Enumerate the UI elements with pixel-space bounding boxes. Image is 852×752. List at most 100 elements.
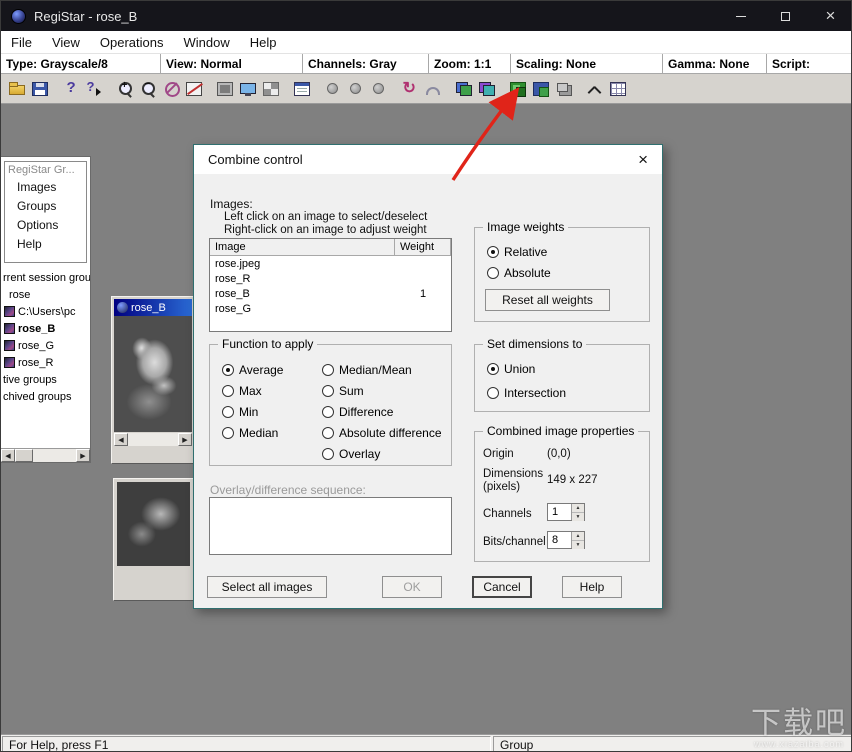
radio-intersection[interactable]: Intersection — [487, 386, 566, 400]
menu-view[interactable]: View — [42, 32, 90, 53]
radio-union[interactable]: Union — [487, 362, 535, 376]
combined-properties-title: Combined image properties — [483, 424, 639, 438]
scroll-left-icon[interactable]: ◀ — [114, 433, 128, 446]
radio-relative[interactable]: Relative — [487, 245, 547, 259]
sidebar-hscrollbar[interactable]: ◀ ▶ — [1, 448, 90, 462]
dialog-title: Combine control — [208, 152, 303, 167]
radio-difference[interactable]: Difference — [322, 405, 393, 419]
curve-icon[interactable] — [583, 77, 606, 101]
overlay-view-icon[interactable] — [259, 77, 282, 101]
radio-average[interactable]: Average — [222, 363, 283, 377]
list-row-rose-r[interactable]: rose_R — [210, 271, 451, 286]
image-list[interactable]: Image Weight rose.jpeg rose_R rose_B 1 ro… — [209, 238, 452, 332]
spin-up-icon[interactable]: ▲ — [572, 532, 584, 541]
radio-overlay[interactable]: Overlay — [322, 447, 380, 461]
maximize-button[interactable] — [763, 1, 808, 31]
rose-b-window[interactable]: rose_B ◀ ▶ — [111, 296, 195, 464]
tree-item-archived-groups[interactable]: chived groups — [1, 388, 90, 405]
tree-item-path[interactable]: C:\Users\pc — [1, 303, 90, 320]
bits-stepper[interactable]: 8 ▲ ▼ — [547, 531, 585, 549]
set-dimensions-title: Set dimensions to — [483, 337, 587, 351]
no-edit-icon[interactable] — [159, 77, 182, 101]
menu-file[interactable]: File — [1, 32, 42, 53]
zoom-out-icon[interactable] — [136, 77, 159, 101]
close-icon — [826, 7, 836, 26]
rotate-icon[interactable] — [398, 77, 421, 101]
scroll-left-icon[interactable]: ◀ — [1, 449, 15, 462]
spin-down-icon[interactable]: ▼ — [572, 541, 584, 549]
dialog-close-icon[interactable]: × — [638, 151, 648, 168]
radio-absolute[interactable]: Absolute — [487, 266, 551, 280]
cancel-button[interactable]: Cancel — [472, 576, 532, 598]
menu-operations[interactable]: Operations — [90, 32, 174, 53]
scroll-right-icon[interactable]: ▶ — [178, 433, 192, 446]
overlay-sequence-input[interactable] — [209, 497, 452, 555]
tree-item-active-groups[interactable]: tive groups — [1, 371, 90, 388]
background-image-window[interactable] — [113, 478, 194, 601]
combine-alt-icon[interactable] — [529, 77, 552, 101]
help-icon[interactable] — [59, 77, 82, 101]
image-view-icon[interactable] — [213, 77, 236, 101]
column-header-weight[interactable]: Weight — [395, 239, 451, 256]
list-row-rose-b[interactable]: rose_B 1 — [210, 286, 451, 301]
sidebar-item-help[interactable]: Help — [5, 235, 86, 254]
dot-1-icon[interactable] — [321, 77, 344, 101]
open-icon[interactable] — [5, 77, 28, 101]
toolbar — [1, 74, 851, 104]
info-view: View: Normal — [161, 54, 303, 73]
tree-item-rose-r[interactable]: rose_R — [1, 354, 90, 371]
minimize-button[interactable] — [718, 1, 763, 31]
hint-line2: Right-click on an image to adjust weight — [224, 224, 427, 236]
column-header-image[interactable]: Image — [210, 239, 395, 256]
scroll-right-icon[interactable]: ▶ — [76, 449, 90, 462]
tree-item-rose-g[interactable]: rose_G — [1, 337, 90, 354]
info-window-icon[interactable] — [290, 77, 313, 101]
menu-help[interactable]: Help — [240, 32, 287, 53]
list-row-rose-g[interactable]: rose_G — [210, 301, 451, 316]
title-bar[interactable]: RegiStar - rose_B — [1, 1, 851, 31]
channels-stepper[interactable]: 1 ▲ ▼ — [547, 503, 585, 521]
spin-up-icon[interactable]: ▲ — [572, 504, 584, 513]
dot-2-icon[interactable] — [344, 77, 367, 101]
crop-icon[interactable] — [182, 77, 205, 101]
select-all-images-button[interactable]: Select all images — [207, 576, 327, 598]
image-window-icon — [117, 302, 128, 313]
monitor-icon[interactable] — [236, 77, 259, 101]
save-icon[interactable] — [28, 77, 51, 101]
radio-min[interactable]: Min — [222, 405, 258, 419]
sidebar-item-options[interactable]: Options — [5, 216, 86, 235]
help-button[interactable]: Help — [562, 576, 622, 598]
radio-median[interactable]: Median — [222, 426, 278, 440]
close-button[interactable] — [808, 1, 851, 31]
image-hscrollbar[interactable]: ◀ ▶ — [114, 433, 192, 446]
menu-window[interactable]: Window — [174, 32, 240, 53]
stack-icon[interactable] — [552, 77, 575, 101]
tree-item-rose-b[interactable]: rose_B — [1, 320, 90, 337]
tree-item-rose[interactable]: rose — [1, 286, 90, 303]
radio-absolute-difference[interactable]: Absolute difference — [322, 426, 442, 440]
dialog-titlebar[interactable]: Combine control × — [194, 145, 662, 174]
grid-icon[interactable] — [606, 77, 629, 101]
reset-all-weights-button[interactable]: Reset all weights — [485, 289, 610, 311]
watermark: 下载吧 www.xiazaiba.com — [751, 707, 847, 749]
info-bar: Type: Grayscale/8 View: Normal Channels:… — [1, 54, 851, 74]
radio-median-mean[interactable]: Median/Mean — [322, 363, 412, 377]
sidebar-item-images[interactable]: Images — [5, 178, 86, 197]
rose-b-window-titlebar[interactable]: rose_B — [114, 299, 192, 316]
zoom-in-icon[interactable] — [113, 77, 136, 101]
dot-3-icon[interactable] — [367, 77, 390, 101]
tree-item-session-group[interactable]: rrent session group — [1, 269, 90, 286]
context-help-icon[interactable] — [82, 77, 105, 101]
app-icon — [11, 8, 26, 24]
list-row-rose-jpeg[interactable]: rose.jpeg — [210, 256, 451, 271]
radio-max[interactable]: Max — [222, 384, 262, 398]
scroll-thumb[interactable] — [15, 449, 33, 462]
bits-label: Bits/channel — [483, 536, 546, 548]
sidebar-item-groups[interactable]: Groups — [5, 197, 86, 216]
status-bar: For Help, press F1 Group — [1, 734, 851, 751]
ok-button[interactable]: OK — [382, 576, 442, 598]
radio-sum[interactable]: Sum — [322, 384, 364, 398]
spin-down-icon[interactable]: ▼ — [572, 513, 584, 521]
annotation-arrow — [451, 87, 520, 181]
dimensions-label: Dimensions (pixels) — [483, 468, 544, 494]
